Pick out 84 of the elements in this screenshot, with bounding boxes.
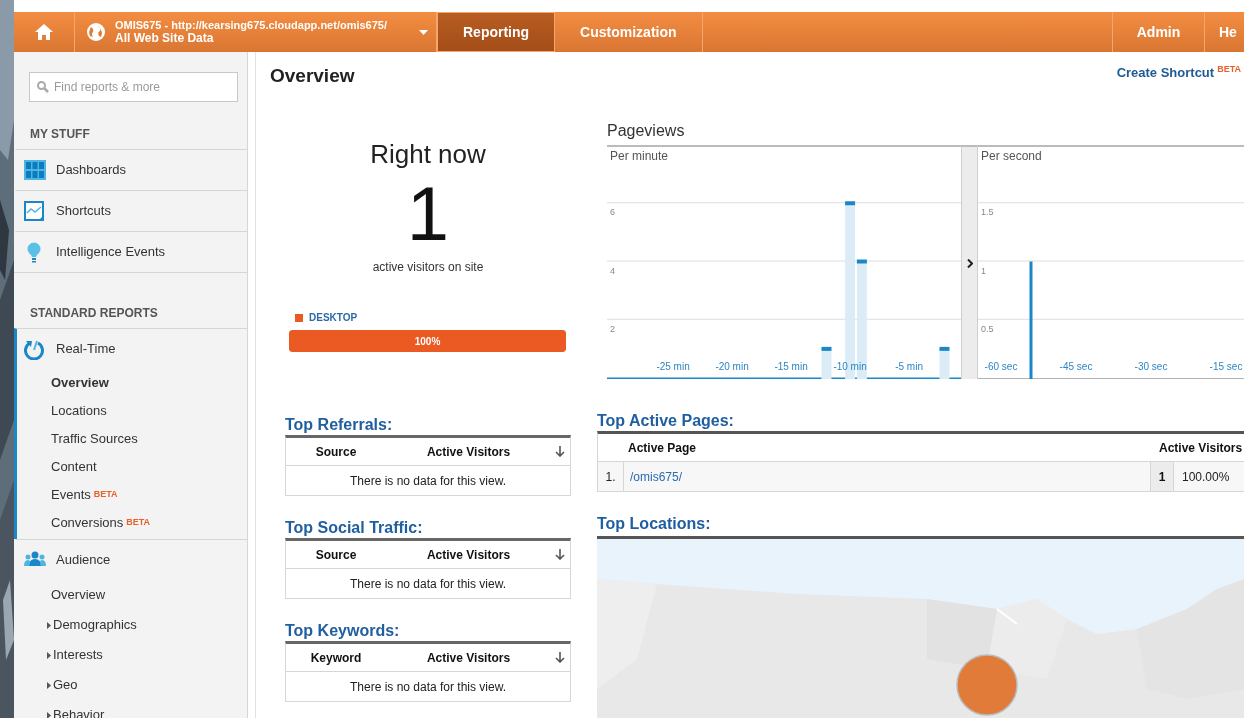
table-title: Top Referrals: xyxy=(285,415,394,435)
axis-tick-label: -45 sec xyxy=(1059,361,1093,372)
grid-icon xyxy=(24,159,46,181)
column-header[interactable]: Active Visitors xyxy=(386,545,551,564)
caret-icon xyxy=(419,29,428,35)
globe-icon xyxy=(87,23,105,41)
sidebar-subitem[interactable]: Conversions BETA xyxy=(17,509,247,537)
column-header[interactable]: Active Visitors xyxy=(1154,438,1244,457)
sidebar-subitem[interactable]: Geo xyxy=(17,670,247,700)
caption: active visitors on site xyxy=(371,259,485,276)
caret-icon xyxy=(47,711,51,718)
axis-tick-label: 4 xyxy=(610,265,615,276)
column-header[interactable]: Active Visitors xyxy=(386,648,551,667)
section-title: Pageviews xyxy=(607,121,686,141)
home-icon xyxy=(35,24,53,40)
empty-message: There is no data for this view. xyxy=(348,472,508,490)
axis-tick-label: -10 min xyxy=(833,361,867,372)
sidebar-subitem[interactable]: Overview xyxy=(17,369,247,397)
page-link[interactable]: /omis675/ xyxy=(624,462,1150,491)
column-header[interactable]: Active Visitors xyxy=(386,442,551,461)
axis-tick-label: 0.5 xyxy=(981,323,994,334)
chart-note-icon xyxy=(24,200,46,222)
caret-icon xyxy=(47,621,51,629)
sidebar-item[interactable]: Real-Time xyxy=(17,329,247,369)
empty-message: There is no data for this view. xyxy=(348,575,508,593)
axis-tick-label: 1.5 xyxy=(981,207,994,218)
chart-bar xyxy=(937,346,952,379)
row-index: 1. xyxy=(598,462,624,491)
progress-reading: 100% xyxy=(414,334,441,349)
chart-title: Per minute xyxy=(610,148,669,165)
caret-icon xyxy=(47,651,51,659)
sort-arrow-icon xyxy=(555,549,565,560)
axis-tick-label: -15 min xyxy=(774,361,808,372)
empty-message: There is no data for this view. xyxy=(348,678,508,696)
chevron-right-icon xyxy=(966,258,973,268)
axis-tick-label: -60 sec xyxy=(984,361,1018,372)
column-header[interactable]: Source xyxy=(286,545,386,564)
sidebar-subitem[interactable]: Content xyxy=(17,453,247,481)
create-shortcut-link[interactable]: Create Shortcut BETA xyxy=(1116,63,1244,83)
section-heading: STANDARD REPORTS xyxy=(29,305,159,322)
table-title: Top Keywords: xyxy=(285,621,401,641)
sort-arrow-icon xyxy=(555,652,565,663)
axis-tick-label: -20 min xyxy=(715,361,749,372)
table-cell: 1 xyxy=(1150,462,1174,491)
caret-icon xyxy=(47,681,51,689)
sidebar-subitem[interactable]: Interests xyxy=(17,640,247,670)
page-title: Overview xyxy=(270,64,355,88)
sidebar-item[interactable]: Intelligence Events xyxy=(17,232,247,272)
chart-bar xyxy=(819,346,834,379)
axis-tick-label: -30 sec xyxy=(1134,361,1168,372)
sidebar-item[interactable]: Audience xyxy=(17,540,247,580)
section-heading: MY STUFF xyxy=(29,126,91,143)
column-header[interactable]: Active Page xyxy=(628,438,1154,457)
column-header[interactable]: Source xyxy=(286,442,386,461)
sort-arrow-icon xyxy=(555,446,565,457)
table-cell-text: 100.00% xyxy=(1181,468,1231,486)
axis-tick-label: -25 min xyxy=(656,361,690,372)
beta-label: BETA xyxy=(93,488,118,501)
table-title: Top Active Pages: xyxy=(597,411,735,431)
circular-arrow-icon xyxy=(24,338,46,360)
table-title: Top Social Traffic: xyxy=(285,518,424,538)
search-icon xyxy=(37,81,49,93)
column-header[interactable]: Keyword xyxy=(286,648,386,667)
beta-label: BETA xyxy=(126,516,151,529)
sidebar-subitem[interactable]: Events BETA xyxy=(17,481,247,509)
sidebar-item[interactable]: Dashboards xyxy=(17,150,247,190)
expand-handle[interactable] xyxy=(961,145,978,379)
search-field[interactable]: Find reports & more xyxy=(29,72,238,102)
axis-tick-label: -5 min xyxy=(895,361,923,372)
sidebar-subitem[interactable]: Locations xyxy=(17,397,247,425)
axis-tick-label: 1 xyxy=(981,265,986,276)
nav-tab[interactable]: Reporting xyxy=(437,12,556,52)
sidebar-subitem[interactable]: Overview xyxy=(17,580,247,610)
right-now-title: Right now xyxy=(369,138,487,171)
chart-title: Per second xyxy=(981,148,1042,165)
sidebar-subitem[interactable]: Traffic Sources xyxy=(17,425,247,453)
axis-tick-label: -15 sec xyxy=(1209,361,1243,372)
sidebar-item[interactable]: Shortcuts xyxy=(17,191,247,231)
legend-label: DESKTOP xyxy=(309,311,358,325)
axis-tick-label: 6 xyxy=(610,207,615,218)
table-title: Top Locations: xyxy=(597,514,712,534)
active-visitor-count: 1 xyxy=(405,174,451,254)
sidebar-subitem[interactable]: Demographics xyxy=(17,610,247,640)
axis-tick-label: 2 xyxy=(610,323,615,334)
